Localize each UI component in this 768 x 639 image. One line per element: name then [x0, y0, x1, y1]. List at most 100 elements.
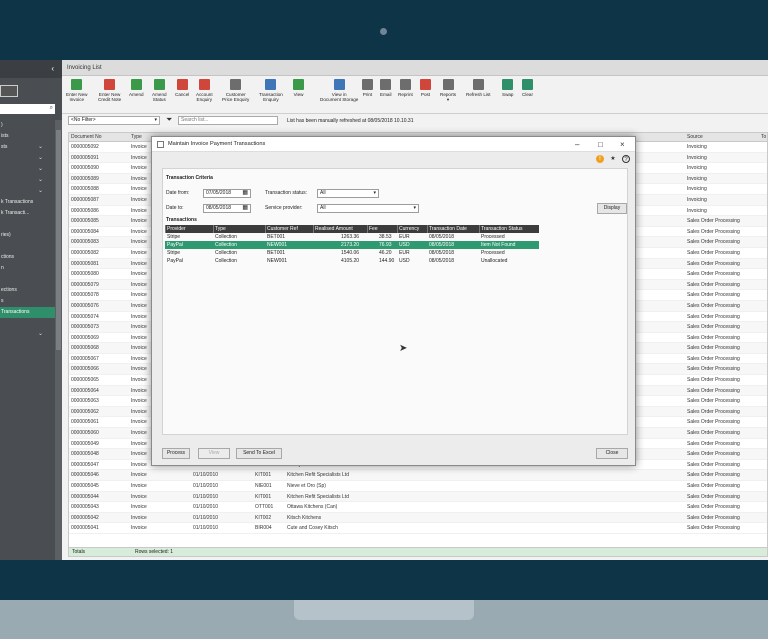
transactions-col-header[interactable]: Provider — [165, 225, 186, 233]
toolbar-button[interactable]: Email — [380, 79, 392, 97]
sidebar-item[interactable]: ists — [0, 131, 55, 142]
transactions-col-header[interactable]: Type — [213, 225, 226, 233]
toolbar-button[interactable]: View in Document Storage — [320, 79, 358, 102]
calendar-icon[interactable]: ▦ — [242, 205, 248, 212]
minimize-icon[interactable]: – — [575, 137, 579, 152]
transaction-row[interactable]: PayPal Collection NEW001 4105.20 144.90 USD 08… — [165, 257, 539, 265]
toolbar-label-2: Enquiry — [196, 97, 213, 102]
toolbar-button[interactable]: View — [293, 79, 304, 97]
cell-doc: 0000005060 — [71, 430, 99, 437]
close-icon[interactable]: × — [620, 137, 625, 152]
toolbar-button[interactable]: Transaction Enquiry — [259, 79, 283, 102]
table-row[interactable]: 0000005045 Invoice 01/10/2010 NIE001 Nieve e… — [69, 481, 767, 492]
status-select[interactable]: All ▾ — [317, 189, 379, 198]
transaction-cell-provider: PayPal — [167, 258, 183, 264]
toolbar-button[interactable]: Cancel — [175, 79, 189, 97]
chevron-down-icon: ⌄ — [37, 177, 43, 183]
send-to-excel-button[interactable]: Send To Excel — [236, 448, 282, 459]
cell-date: 01/10/2010 — [193, 493, 219, 500]
sidebar-search-input[interactable]: ⌕ — [0, 104, 55, 114]
toolbar-button[interactable]: Swap — [502, 79, 514, 97]
sidebar-item[interactable] — [0, 318, 55, 329]
maximize-icon[interactable]: □ — [598, 137, 603, 152]
sidebar-item[interactable]: ) — [0, 120, 55, 131]
transactions-col-header[interactable]: Currency — [397, 225, 419, 233]
sidebar-item[interactable]: n — [0, 263, 55, 274]
transactions-col-header[interactable]: Transaction Date — [427, 225, 467, 233]
transactions-col-header[interactable]: Fee — [367, 225, 378, 233]
transactions-col-header[interactable]: Transaction Status — [479, 225, 523, 233]
sidebar-item[interactable]: ⌄ — [0, 175, 55, 186]
transactions-col-header[interactable]: Customer Ref — [265, 225, 298, 233]
cell-doc: 0000005046 — [71, 472, 99, 479]
table-row[interactable]: 0000005044 Invoice 01/10/2010 KIT001 Kitchen… — [69, 491, 767, 503]
col-document-no[interactable]: Document No — [71, 133, 102, 142]
transactions-col-header[interactable]: Realised Amount — [313, 225, 353, 233]
toolbar-button[interactable]: Amend Status — [152, 79, 167, 102]
help-icon[interactable]: ? — [622, 155, 630, 163]
cell-source: Sales Order Processing — [687, 377, 740, 384]
sidebar-item[interactable]: k Transactions — [0, 197, 55, 208]
sidebar-item[interactable]: ctions — [0, 252, 55, 263]
toolbar-button[interactable]: Clear — [522, 79, 533, 97]
sidebar-home-button[interactable] — [0, 85, 18, 97]
provider-select[interactable]: All ▾ — [317, 204, 419, 213]
sidebar-item[interactable]: ections — [0, 285, 55, 296]
table-row[interactable]: 0000005043 Invoice 01/10/2010 OTT001 Ottawa … — [69, 502, 767, 513]
toolbar-button[interactable]: Reports ▾ — [440, 79, 456, 102]
transaction-row[interactable]: Stripe Collection BET001 1263.36 38.53 EUR 08/… — [165, 233, 539, 241]
date-from-input[interactable]: 07/05/2018 ▦ — [203, 189, 251, 198]
sidebar-item[interactable] — [0, 219, 55, 230]
sidebar-item[interactable] — [0, 274, 55, 285]
toolbar-button[interactable]: Reprint — [398, 79, 413, 97]
sidebar-item[interactable]: s — [0, 296, 55, 307]
filter-select[interactable]: <No Filter> ▾ — [68, 116, 160, 125]
sidebar-item[interactable] — [0, 241, 55, 252]
sidebar-item[interactable]: ⌄ — [0, 186, 55, 197]
process-button[interactable]: Process — [162, 448, 190, 459]
cell-doc: 0000005042 — [71, 514, 99, 521]
toolbar-button[interactable]: Enter New Invoice — [66, 79, 87, 102]
sidebar-item[interactable]: ⌄ — [0, 164, 55, 175]
toolbar-button[interactable]: Customer Price Enquiry — [222, 79, 249, 102]
star-icon[interactable]: ★ — [609, 155, 617, 163]
sidebar-item[interactable]: k Transacti... — [0, 208, 55, 219]
cell-doc: 0000005044 — [71, 493, 99, 500]
table-row[interactable]: 0000005046 Invoice 01/10/2010 KIT001 Kitchen… — [69, 470, 767, 481]
toolbar-button[interactable]: Print — [362, 79, 373, 97]
view-button[interactable]: View — [198, 448, 230, 459]
cell-type: Invoice — [131, 387, 147, 394]
toolbar-button[interactable]: Post — [420, 79, 431, 97]
display-button[interactable]: Display — [597, 203, 627, 214]
date-to-input[interactable]: 08/05/2018 ▦ — [203, 204, 251, 213]
col-source[interactable]: Source — [687, 133, 703, 142]
toolbar-button[interactable]: Amend — [129, 79, 144, 97]
transaction-row[interactable]: Stripe Collection BET001 1540.06 46.20 EUR 08/… — [165, 249, 539, 257]
sidebar-item[interactable]: ⌄ — [0, 153, 55, 164]
funnel-icon[interactable]: ⏷ — [166, 115, 172, 125]
close-button[interactable]: Close — [596, 448, 628, 459]
toolbar-icon — [230, 79, 242, 90]
search-list-input[interactable]: Search list... — [178, 116, 278, 125]
cell-type: Invoice — [131, 313, 147, 320]
transaction-cell-ref: NEW001 — [267, 242, 288, 248]
table-row[interactable]: 0000005041 Invoice 01/10/2010 BIR004 Cute an… — [69, 523, 767, 534]
collapse-icon[interactable]: ‹ — [51, 64, 54, 73]
sidebar-item[interactable]: ries) — [0, 230, 55, 241]
toolbar-button[interactable]: Account Enquiry — [196, 79, 213, 102]
sidebar-item[interactable]: sts ⌄ — [0, 142, 55, 153]
col-extra[interactable]: To — [761, 133, 766, 142]
col-type[interactable]: Type — [131, 133, 142, 142]
toolbar-button[interactable]: Enter New Credit Note — [98, 79, 121, 102]
cell-type: Invoice — [131, 461, 147, 468]
transaction-row[interactable]: PayPal Collection NEW001 2173.20 76.93 USD 08/… — [165, 241, 539, 249]
sidebar-item[interactable]: ⌄ — [0, 329, 55, 340]
toolbar-button[interactable]: Refresh List — [466, 79, 491, 97]
calendar-icon[interactable]: ▦ — [242, 190, 248, 197]
table-row[interactable]: 0000005042 Invoice 01/10/2010 KIT002 Kitsch … — [69, 512, 767, 524]
cell-doc: 0000005087 — [71, 196, 99, 203]
alert-icon[interactable]: ! — [596, 155, 604, 163]
sidebar-item[interactable]: Transactions — [0, 307, 55, 318]
sidebar-scroll-thumb[interactable] — [56, 130, 61, 350]
date-to-value: 08/05/2018 — [206, 205, 232, 211]
